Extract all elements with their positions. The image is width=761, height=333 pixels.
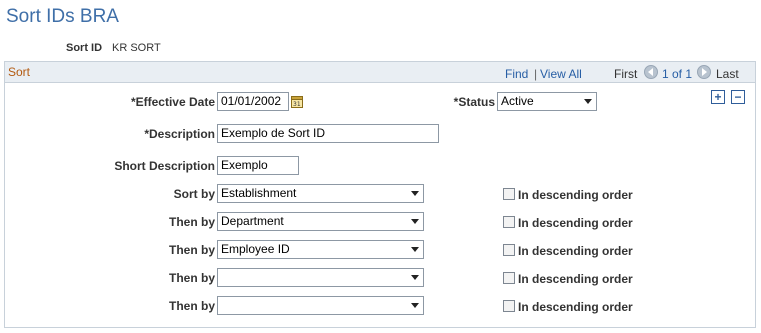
descending-label-3: In descending order: [518, 244, 633, 258]
then-by-label-1: Then by: [168, 215, 215, 229]
description-label: *Description: [144, 127, 215, 141]
then-by-select-1[interactable]: Department: [217, 212, 424, 231]
then-by-select-3[interactable]: [217, 268, 424, 287]
add-row-button[interactable]: +: [711, 90, 725, 104]
calendar-icon[interactable]: 31: [291, 95, 303, 108]
sort-id-label: Sort ID: [66, 42, 103, 54]
descending-checkbox-4[interactable]: [503, 272, 515, 284]
nav-last-label: Last: [716, 67, 739, 81]
then-by-value-1: Department: [221, 214, 284, 228]
find-link[interactable]: Find: [505, 67, 528, 81]
short-description-label: Short Description: [114, 159, 215, 173]
arrow-right-icon[interactable]: [697, 65, 711, 79]
nav-first-label: First: [614, 67, 638, 81]
then-by-label-2: Then by: [168, 243, 215, 257]
chevron-down-icon: [411, 219, 419, 224]
sort-by-value: Establishment: [221, 186, 297, 200]
nav-separator: |: [534, 67, 538, 81]
row-count: 1 of 1: [662, 67, 693, 81]
chevron-down-icon: [411, 275, 419, 280]
status-value: Active: [501, 94, 534, 108]
chevron-down-icon: [411, 191, 419, 196]
page-title: Sort IDs BRA: [6, 6, 119, 27]
descending-label-1: In descending order: [518, 188, 633, 202]
descending-checkbox-1[interactable]: [503, 188, 515, 200]
arrow-left-icon[interactable]: [644, 65, 658, 79]
descending-label-5: In descending order: [518, 300, 633, 314]
effective-date-field[interactable]: 01/01/2002: [217, 92, 289, 111]
chevron-down-icon: [411, 247, 419, 252]
chevron-down-icon: [411, 303, 419, 308]
then-by-select-4[interactable]: [217, 296, 424, 315]
status-label: *Status: [453, 95, 495, 109]
then-by-label-4: Then by: [168, 299, 215, 313]
then-by-label-3: Then by: [168, 271, 215, 285]
minus-icon: −: [734, 90, 742, 104]
sort-panel-header: Sort Find | View All First 1 of 1 Last: [5, 62, 755, 83]
short-description-field[interactable]: Exemplo: [217, 156, 299, 175]
then-by-select-2[interactable]: Employee ID: [217, 240, 424, 259]
status-select[interactable]: Active: [497, 92, 597, 111]
view-all-link[interactable]: View All: [540, 67, 582, 81]
effective-date-label: *Effective Date: [130, 95, 215, 109]
sort-panel-title: Sort: [8, 65, 31, 79]
descending-label-4: In descending order: [518, 272, 633, 286]
descending-label-2: In descending order: [518, 216, 633, 230]
svg-text:31: 31: [293, 101, 301, 108]
sort-by-label: Sort by: [173, 187, 215, 201]
descending-checkbox-2[interactable]: [503, 216, 515, 228]
description-field[interactable]: Exemplo de Sort ID: [217, 124, 439, 143]
plus-icon: +: [714, 90, 722, 104]
sort-id-value: KR SORT: [112, 42, 161, 54]
descending-checkbox-3[interactable]: [503, 244, 515, 256]
then-by-value-2: Employee ID: [221, 242, 290, 256]
chevron-down-icon: [584, 99, 592, 104]
descending-checkbox-5[interactable]: [503, 300, 515, 312]
sort-panel: Sort Find | View All First 1 of 1 Last +…: [4, 61, 756, 328]
delete-row-button[interactable]: −: [731, 90, 745, 104]
sort-by-select[interactable]: Establishment: [217, 184, 424, 203]
